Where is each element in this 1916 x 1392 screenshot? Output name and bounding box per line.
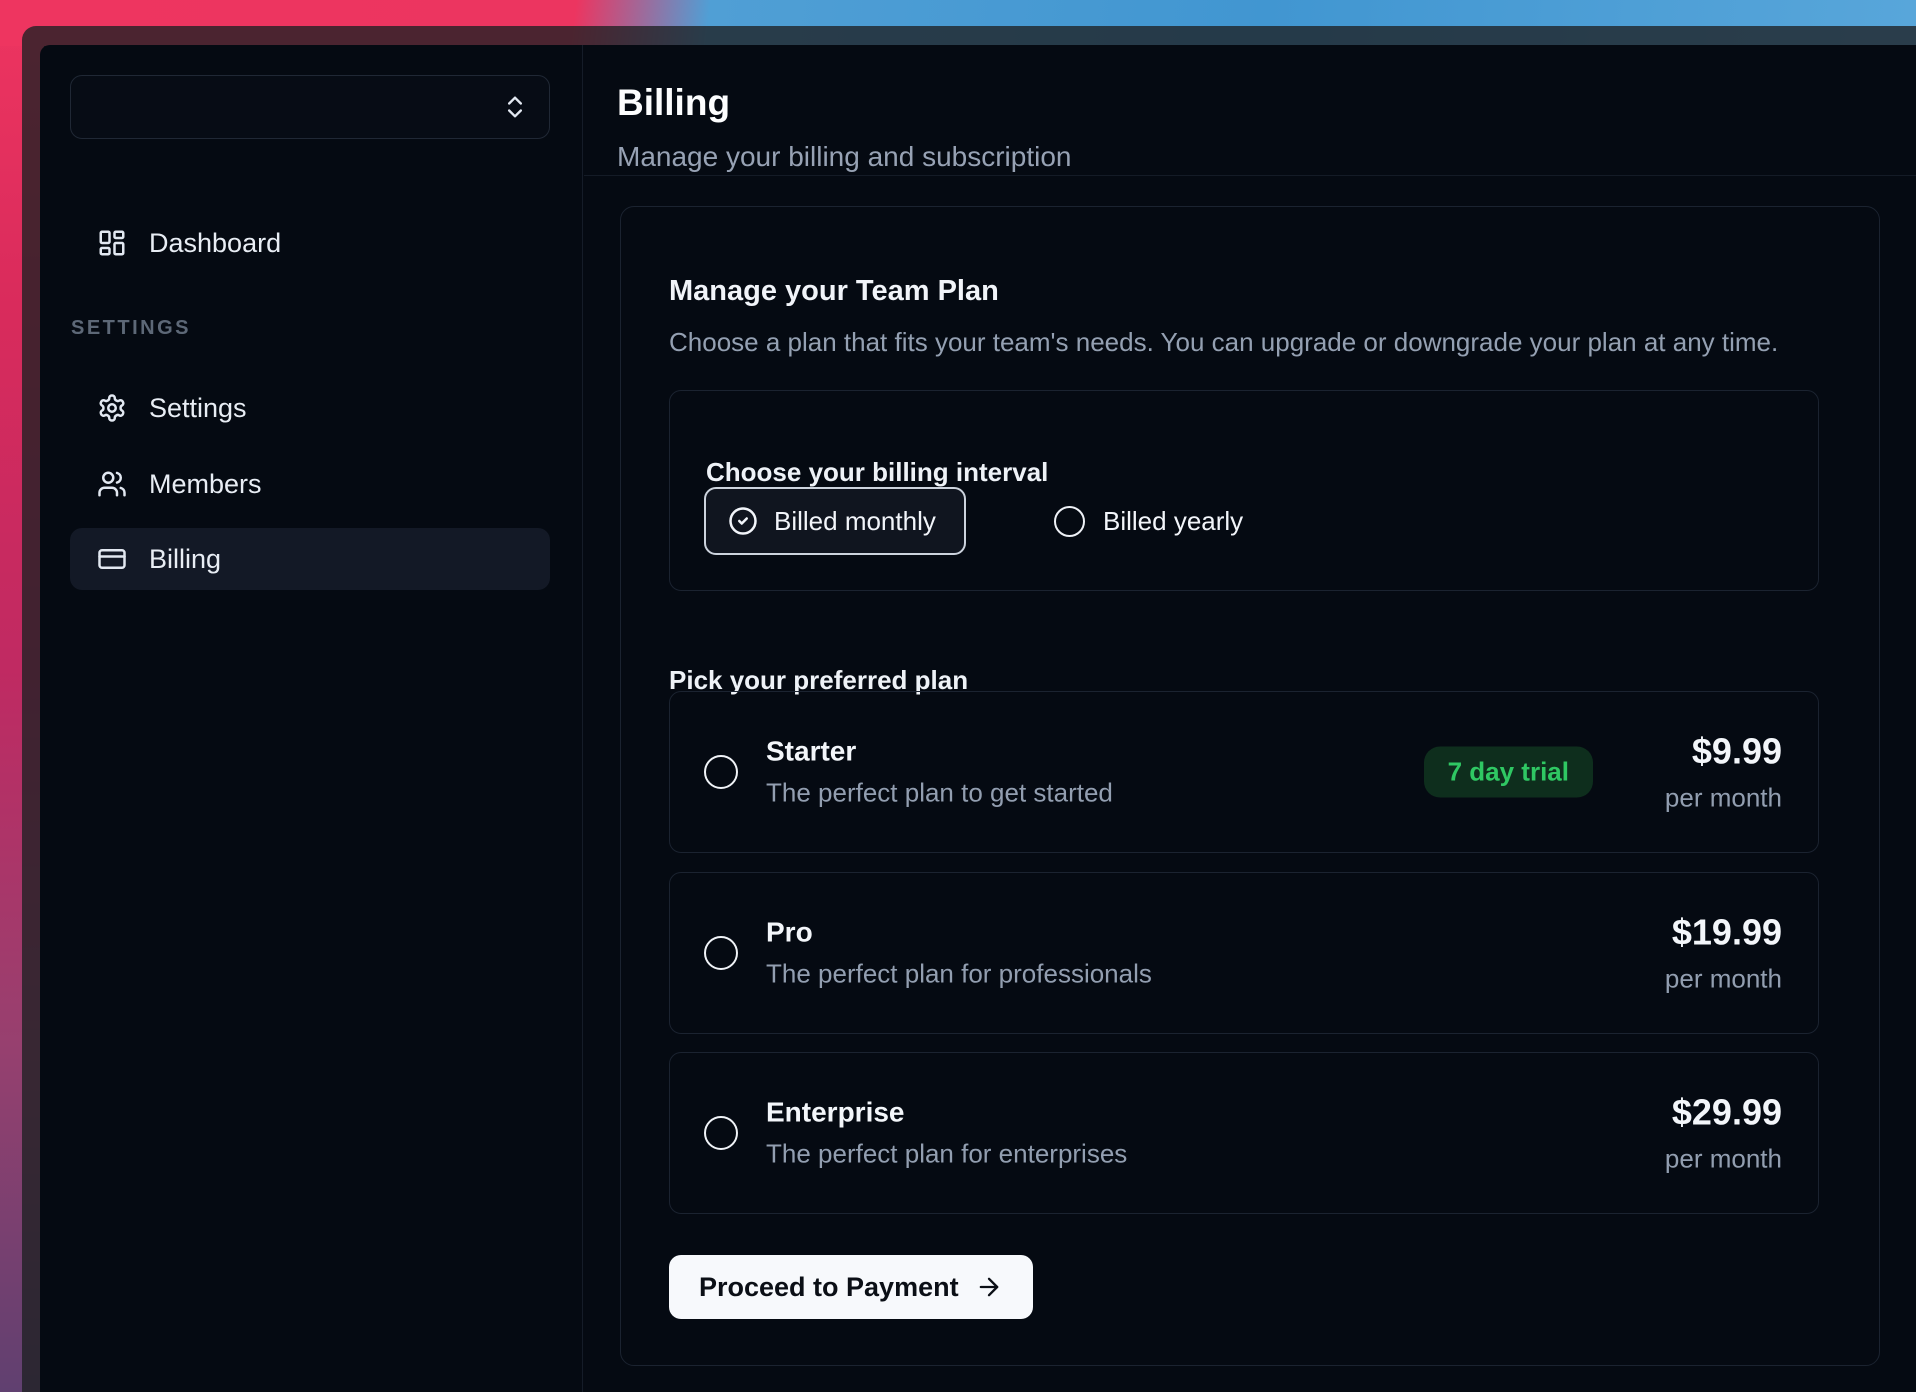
header-divider — [584, 175, 1916, 176]
plan-price-block: $9.99 per month — [1665, 731, 1782, 814]
plan-price: $29.99 — [1672, 1092, 1782, 1134]
radio-icon[interactable] — [704, 755, 738, 789]
plan-description: The perfect plan to get started — [766, 778, 1113, 809]
sidebar-section-label: SETTINGS — [71, 317, 191, 340]
team-plan-card: Manage your Team Plan Choose a plan that… — [620, 206, 1880, 1366]
sidebar-item-label: Settings — [149, 393, 247, 424]
plan-info: Enterprise The perfect plan for enterpri… — [766, 1097, 1127, 1170]
sidebar-item-billing[interactable]: Billing — [70, 528, 550, 590]
sidebar: Dashboard SETTINGS Settings Members — [40, 45, 583, 1392]
page-title: Billing — [617, 82, 730, 124]
billed-monthly-label: Billed monthly — [774, 506, 936, 537]
users-icon — [97, 469, 127, 499]
plan-option-pro[interactable]: Pro The perfect plan for professionals $… — [669, 872, 1819, 1034]
sidebar-item-members[interactable]: Members — [70, 453, 550, 515]
dashboard-icon — [97, 228, 127, 258]
card-title: Manage your Team Plan — [669, 275, 999, 308]
plan-name: Starter — [766, 736, 1113, 768]
proceed-to-payment-button[interactable]: Proceed to Payment — [669, 1255, 1033, 1319]
plan-info: Pro The perfect plan for professionals — [766, 917, 1152, 990]
desktop: Dashboard SETTINGS Settings Members — [0, 0, 1916, 1392]
sidebar-item-label: Members — [149, 469, 262, 500]
gear-icon — [97, 393, 127, 423]
page-subtitle: Manage your billing and subscription — [617, 141, 1072, 173]
card-description: Choose a plan that fits your team's need… — [669, 327, 1778, 358]
proceed-label: Proceed to Payment — [699, 1272, 959, 1303]
plan-period: per month — [1665, 964, 1782, 995]
plan-description: The perfect plan for enterprises — [766, 1139, 1127, 1170]
arrow-right-icon — [975, 1273, 1003, 1301]
plan-period: per month — [1665, 1144, 1782, 1175]
circle-check-icon — [728, 506, 758, 536]
billing-interval-label: Choose your billing interval — [706, 457, 1048, 488]
plan-price-block: $29.99 per month — [1665, 1092, 1782, 1175]
billed-yearly-label: Billed yearly — [1103, 506, 1243, 537]
app-surface: Dashboard SETTINGS Settings Members — [40, 45, 1916, 1392]
plan-period: per month — [1665, 783, 1782, 814]
chevrons-up-down-icon — [501, 93, 529, 121]
billing-interval-group: Choose your billing interval Billed mont… — [669, 390, 1819, 591]
radio-icon — [1054, 506, 1085, 537]
sidebar-item-label: Billing — [149, 544, 221, 575]
billed-monthly-option[interactable]: Billed monthly — [704, 487, 966, 555]
radio-icon[interactable] — [704, 936, 738, 970]
sidebar-item-dashboard[interactable]: Dashboard — [70, 212, 550, 274]
team-switcher[interactable] — [70, 75, 550, 139]
plan-name: Enterprise — [766, 1097, 1127, 1129]
sidebar-item-label: Dashboard — [149, 228, 281, 259]
billed-yearly-option[interactable]: Billed yearly — [1054, 487, 1243, 555]
app-window: Dashboard SETTINGS Settings Members — [22, 26, 1916, 1392]
trial-badge: 7 day trial — [1424, 747, 1593, 798]
plan-name: Pro — [766, 917, 1152, 949]
plan-info: Starter The perfect plan to get started — [766, 736, 1113, 809]
credit-card-icon — [97, 544, 127, 574]
plan-option-starter[interactable]: Starter The perfect plan to get started … — [669, 691, 1819, 853]
plan-option-enterprise[interactable]: Enterprise The perfect plan for enterpri… — [669, 1052, 1819, 1214]
plan-price-block: $19.99 per month — [1665, 912, 1782, 995]
plan-price: $19.99 — [1672, 912, 1782, 954]
plan-price: $9.99 — [1692, 731, 1782, 773]
radio-icon[interactable] — [704, 1116, 738, 1150]
plan-description: The perfect plan for professionals — [766, 959, 1152, 990]
sidebar-item-settings[interactable]: Settings — [70, 377, 550, 439]
